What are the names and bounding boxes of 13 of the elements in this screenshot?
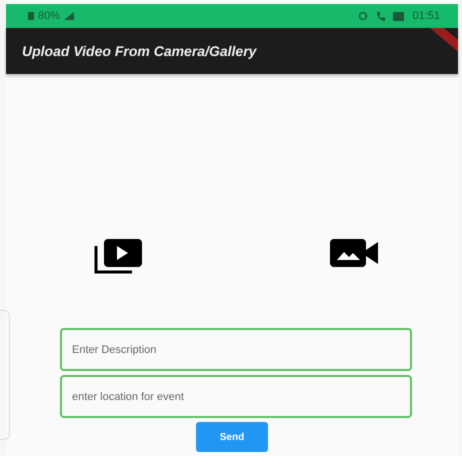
- battery-icon: [28, 12, 34, 20]
- image-icon: [393, 12, 404, 20]
- battery-level: 80%: [38, 8, 60, 24]
- app-title: Upload Video From Camera/Gallery: [22, 42, 256, 61]
- signal-icon: [64, 12, 74, 20]
- phone-icon: [376, 11, 386, 21]
- sync-icon: [358, 11, 368, 21]
- clock: 01:51: [412, 8, 440, 24]
- video-camera-icon[interactable]: [330, 238, 378, 268]
- text-field[interactable]: Enter Description: [60, 328, 412, 371]
- video-library-icon[interactable]: [94, 238, 144, 274]
- text-field[interactable]: enter location for event: [60, 375, 412, 418]
- send-button[interactable]: Send: [196, 422, 268, 452]
